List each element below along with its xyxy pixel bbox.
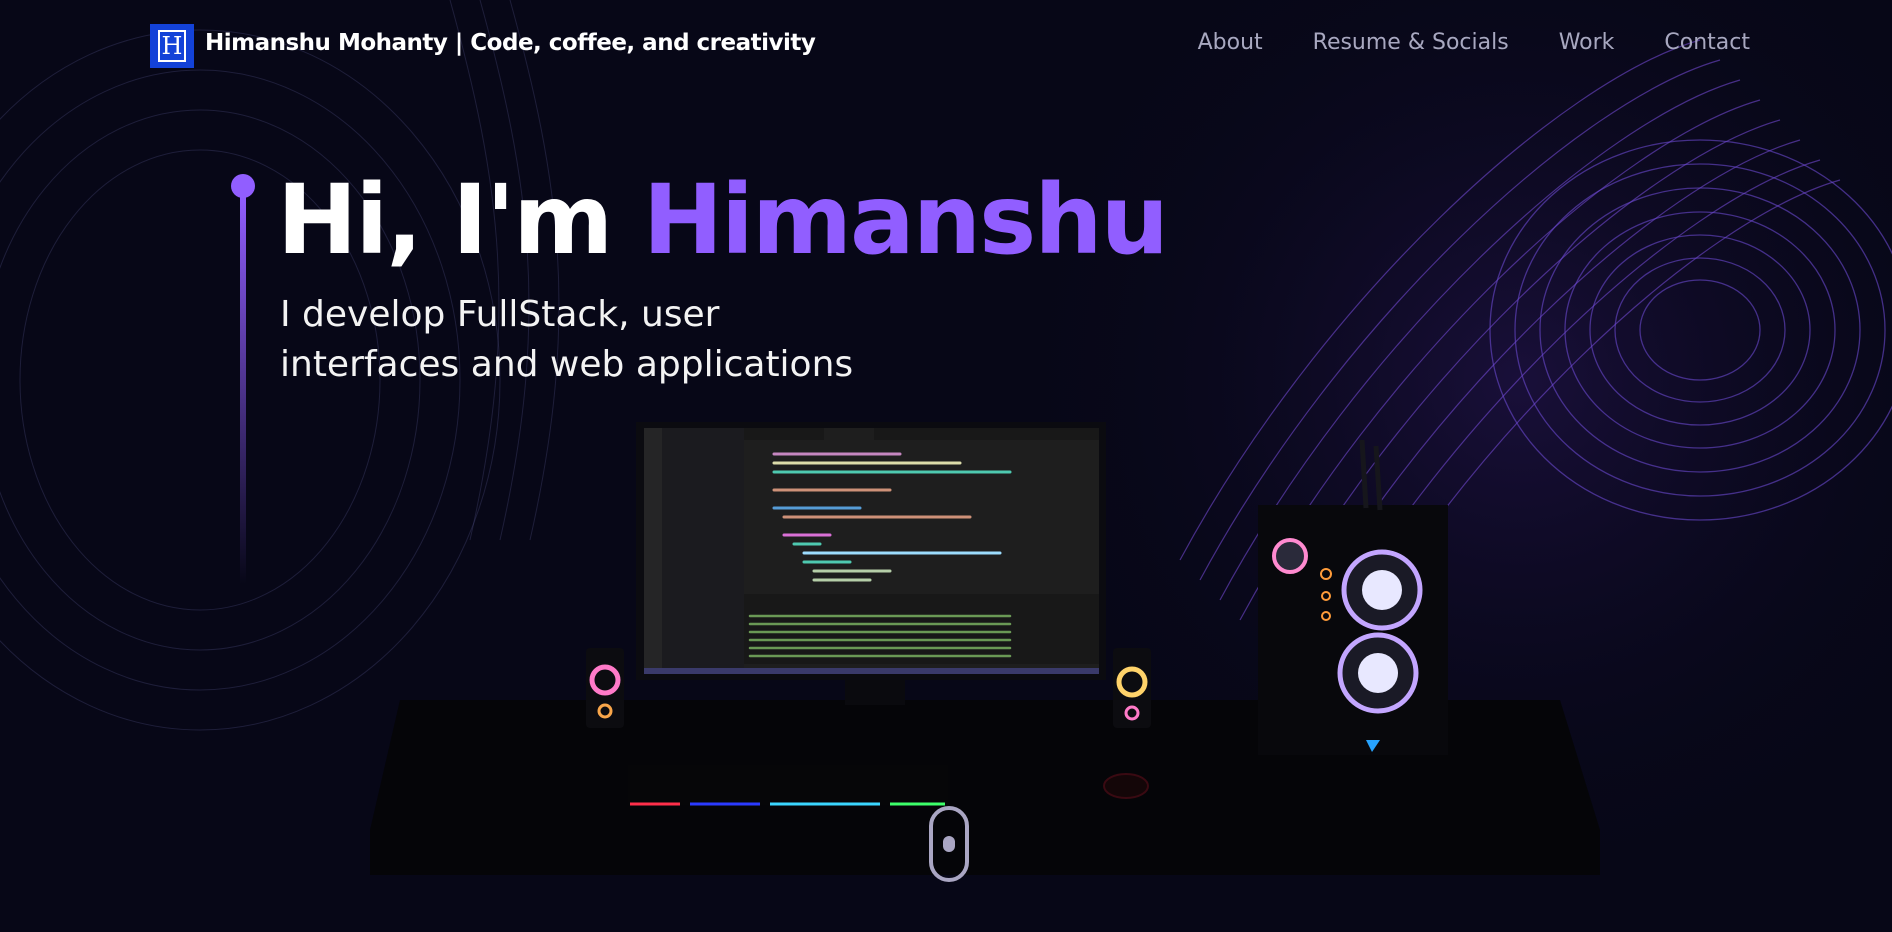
hero-title: Hi, I'm Himanshu <box>277 160 1169 280</box>
hero-subtitle: I develop FullStack, user interfaces and… <box>280 290 960 390</box>
hero-subtitle-line-2: interfaces and web applications <box>280 344 854 385</box>
nav-link-resume-socials[interactable]: Resume & Socials <box>1313 30 1509 55</box>
logo[interactable]: H <box>150 24 194 68</box>
hero-subtitle-line-1: I develop FullStack, user <box>280 294 720 335</box>
scroll-knob <box>943 836 955 852</box>
navbar: H Himanshu Mohanty | Code, coffee, and c… <box>0 0 1892 92</box>
logo-letter: H <box>158 30 186 62</box>
brand-title[interactable]: Himanshu Mohanty | Code, coffee, and cre… <box>205 30 816 56</box>
mouse-scroll-icon[interactable] <box>929 806 969 882</box>
accent-line <box>240 194 246 584</box>
nav-link-about[interactable]: About <box>1198 30 1263 55</box>
background-wave-pattern <box>0 0 1892 932</box>
hero-greeting: Hi, I'm <box>277 164 643 276</box>
nav-links: About Resume & Socials Work Contact <box>1198 30 1750 55</box>
hero-name: Himanshu <box>642 164 1169 276</box>
nav-link-contact[interactable]: Contact <box>1664 30 1750 55</box>
nav-link-work[interactable]: Work <box>1559 30 1615 55</box>
